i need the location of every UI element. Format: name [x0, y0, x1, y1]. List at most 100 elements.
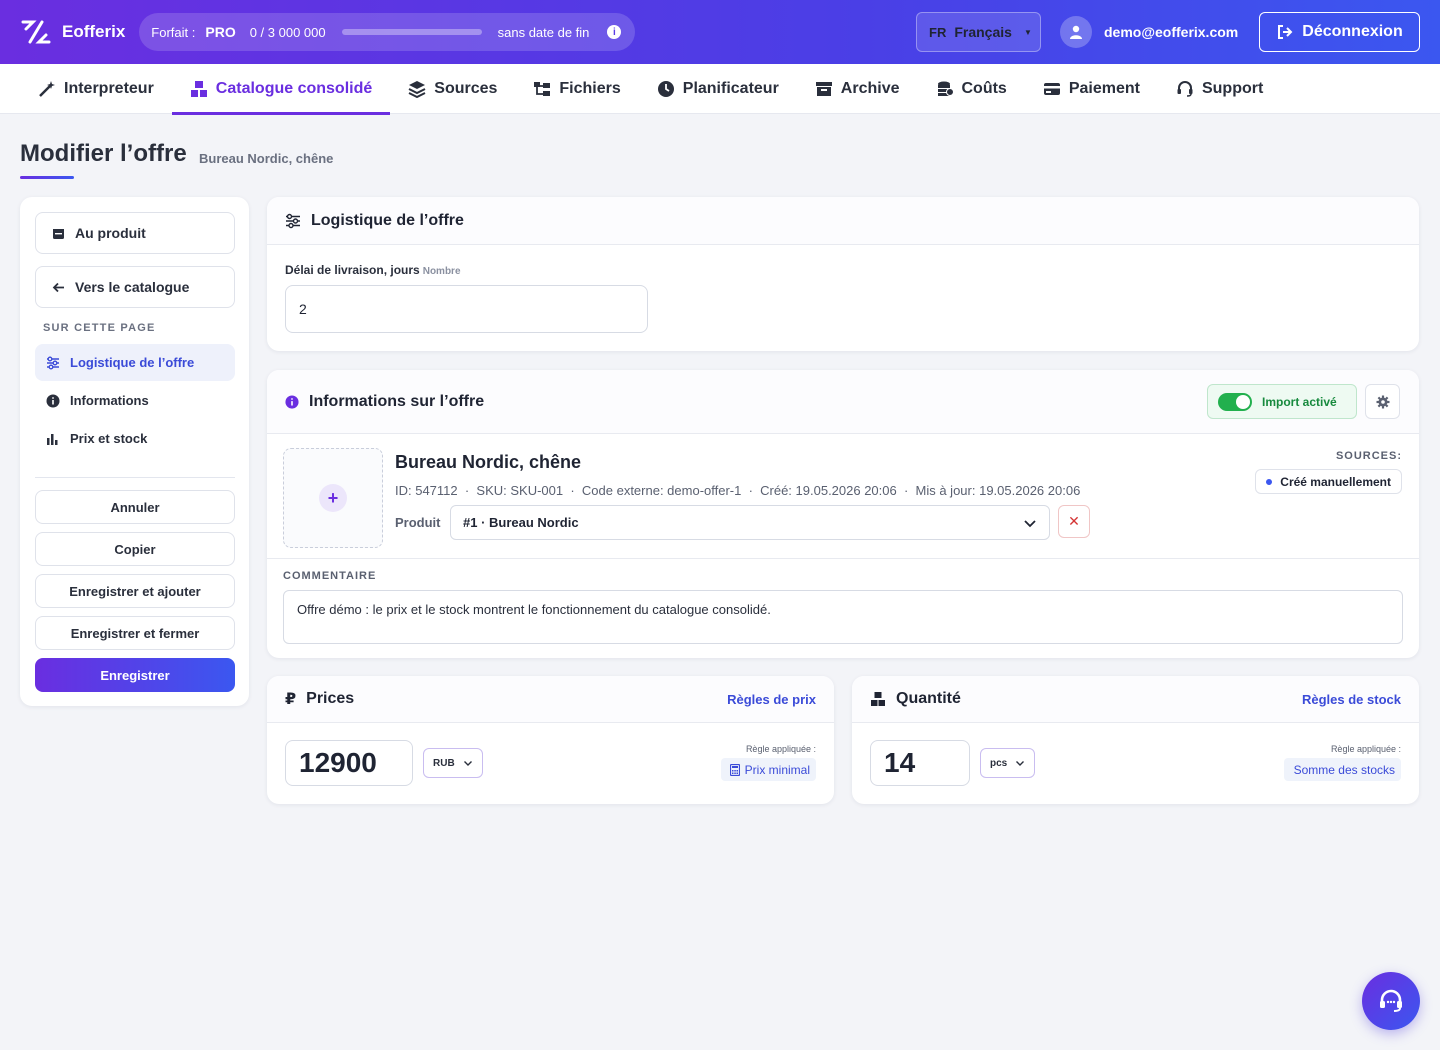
main-nav: Interpreteur Catalogue consolidé Sources… [0, 64, 1440, 115]
delivery-days-input[interactable]: 2 [285, 285, 648, 333]
tab-label: Sources [434, 80, 498, 97]
tab-sources[interactable]: Sources [390, 64, 515, 114]
import-toggle-label: Import activé [1262, 394, 1337, 409]
cancel-button[interactable]: Annuler [35, 490, 235, 524]
price-rule-label: Règle appliquée : [745, 744, 816, 754]
language-selector[interactable]: FR Français ▼ [916, 12, 1041, 52]
prices-title: Prices [306, 690, 355, 707]
stock-rule-label: Règle appliquée : [1330, 744, 1401, 754]
info-circle-icon [285, 394, 299, 409]
tab-label: Catalogue consolidé [215, 80, 373, 97]
tab-catalogue-consolide[interactable]: Catalogue consolidé [171, 64, 391, 115]
delivery-label: Délai de livraison, jours Nombre [285, 263, 461, 277]
price-rules-link[interactable]: Règles de prix [727, 692, 816, 707]
headset-icon [1380, 989, 1402, 1012]
ruble-icon: ₽ [285, 691, 297, 708]
to-catalog-button[interactable]: Vers le catalogue [35, 266, 235, 308]
tab-label: Interpreteur [64, 80, 154, 97]
headset-icon [1177, 81, 1193, 97]
tab-interpreteur[interactable]: Interpreteur [20, 64, 172, 114]
stock-rules-link[interactable]: Règles de stock [1302, 692, 1401, 707]
copy-button[interactable]: Copier [35, 532, 235, 566]
coins-icon [937, 81, 954, 96]
close-icon: ✕ [1068, 513, 1080, 529]
sidebar-link-label: Informations [70, 393, 149, 408]
tab-fichiers[interactable]: Fichiers [515, 64, 638, 114]
tab-label: Support [1201, 80, 1264, 97]
quantity-card: Quantité Règles de stock 14 pcs Règle ap… [852, 676, 1419, 804]
plan-period: sans date de fin [497, 24, 590, 40]
box-icon [53, 228, 64, 239]
page-title: Modifier l’offre [20, 140, 187, 167]
comment-textarea[interactable]: Offre démo : le prix et le stock montren… [283, 590, 1403, 644]
offer-name: Bureau Nordic, chêne [395, 452, 582, 472]
sources-label: SOURCES: [1335, 450, 1402, 462]
offer-info-card: Informations sur l’offre Import activé +… [267, 370, 1419, 658]
tab-support[interactable]: Support [1158, 64, 1281, 114]
save-button[interactable]: Enregistrer [35, 658, 235, 692]
layers-icon [408, 81, 426, 98]
save-and-close-button[interactable]: Enregistrer et fermer [35, 616, 235, 650]
tab-label: Archive [840, 80, 900, 97]
logout-button[interactable]: Déconnexion [1259, 12, 1420, 52]
price-input[interactable]: 12900 [285, 740, 413, 786]
settings-button[interactable] [1365, 384, 1400, 419]
unit-select[interactable]: pcs [980, 748, 1036, 778]
price-rule-badge[interactable]: Prix minimal [720, 758, 816, 781]
tab-label: Coûts [961, 80, 1007, 97]
to-product-label: Au produit [75, 225, 146, 241]
tab-planificateur[interactable]: Planificateur [639, 64, 797, 114]
info-icon[interactable]: i [607, 25, 622, 39]
user-menu[interactable]: demo@eofferix.com [1060, 16, 1238, 48]
magic-wand-icon [39, 81, 55, 97]
bar-chart-icon [47, 433, 58, 445]
folder-tree-icon [534, 82, 551, 96]
quantity-input[interactable]: 14 [870, 740, 970, 786]
sidebar-link-label: Logistique de l’offre [70, 355, 195, 370]
logo-icon [21, 20, 51, 44]
tab-label: Planificateur [682, 80, 779, 97]
stock-rule-badge[interactable]: Somme des stocks [1283, 758, 1401, 781]
clear-product-button[interactable]: ✕ [1058, 505, 1090, 538]
plan-usage-bar [341, 29, 482, 35]
product-label: Produit [395, 515, 441, 530]
sidebar-section-heading: SUR CETTE PAGE [43, 322, 156, 334]
product-select[interactable]: #1 · Bureau Nordic [450, 505, 1050, 540]
delivery-days-value: 2 [299, 301, 307, 317]
product-select-value: #1 · Bureau Nordic [463, 515, 579, 530]
boxes-icon [871, 692, 885, 706]
sidebar: Au produit Vers le catalogue SUR CETTE P… [20, 197, 249, 706]
quantity-header: Quantité Règles de stock [852, 676, 1419, 723]
stock-rule-value: Somme des stocks [1293, 762, 1395, 777]
to-product-button[interactable]: Au produit [35, 212, 235, 254]
gear-icon [1376, 395, 1389, 408]
tab-couts[interactable]: Coûts [918, 64, 1025, 114]
dot-icon [1266, 478, 1273, 485]
image-upload-placeholder[interactable]: + [283, 448, 383, 548]
import-toggle[interactable]: Import activé [1207, 384, 1357, 419]
logout-icon [1278, 25, 1293, 39]
sliders-icon [47, 356, 59, 369]
title-underline [20, 176, 74, 179]
boxes-icon [190, 81, 207, 97]
user-email: demo@eofferix.com [1104, 24, 1239, 40]
calculator-icon [729, 763, 740, 776]
brand-name: Eofferix [62, 22, 126, 41]
support-chat-button[interactable] [1362, 972, 1420, 1030]
sidebar-link-logistique[interactable]: Logistique de l’offre [35, 344, 235, 381]
tab-archive[interactable]: Archive [797, 64, 918, 114]
sidebar-link-label: Prix et stock [70, 431, 148, 446]
chevron-down-icon [1016, 761, 1025, 766]
tab-paiement[interactable]: Paiement [1025, 64, 1158, 114]
unit-value: pcs [990, 757, 1008, 769]
brand-logo[interactable]: Eofferix [20, 18, 125, 46]
currency-select[interactable]: RUB [423, 748, 483, 778]
sidebar-link-informations[interactable]: Informations [35, 382, 235, 419]
sidebar-link-prix-stock[interactable]: Prix et stock [35, 420, 235, 457]
price-value: 12900 [299, 747, 377, 778]
quantity-value: 14 [884, 747, 916, 778]
toggle-switch[interactable] [1218, 392, 1252, 411]
currency-value: RUB [433, 757, 455, 769]
save-and-add-button[interactable]: Enregistrer et ajouter [35, 574, 235, 608]
price-rule-value: Prix minimal [744, 762, 810, 777]
